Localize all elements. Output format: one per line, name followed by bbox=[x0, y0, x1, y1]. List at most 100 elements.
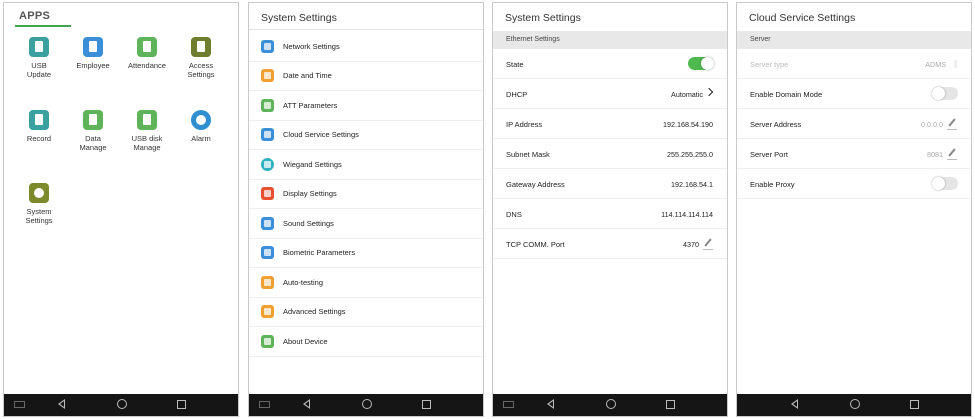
app-label: Record bbox=[26, 134, 52, 143]
row-domain-mode[interactable]: Enable Domain Mode bbox=[737, 79, 971, 109]
app-record[interactable]: Record bbox=[11, 110, 67, 143]
menu-item-biometric[interactable]: Biometric Parameters bbox=[249, 239, 483, 268]
state-toggle[interactable] bbox=[688, 57, 714, 70]
menu-item-sound[interactable]: Sound Settings bbox=[249, 209, 483, 239]
row-gateway[interactable]: Gateway Address 192.168.54.1 bbox=[493, 169, 727, 199]
app-label: Employee bbox=[76, 61, 110, 70]
recent-apps-icon[interactable] bbox=[666, 400, 675, 409]
row-label: State bbox=[506, 60, 524, 69]
row-label: Subnet Mask bbox=[506, 150, 550, 159]
ethernet-settings-panel: System Settings Ethernet Settings State … bbox=[492, 2, 728, 417]
menu-item-label: ATT Parameters bbox=[283, 100, 338, 110]
gateway-value: 192.168.54.1 bbox=[671, 180, 713, 189]
keyboard-icon[interactable] bbox=[14, 401, 25, 408]
row-server-port[interactable]: Server Port 8081 bbox=[737, 139, 971, 169]
menu-item-about[interactable]: About Device bbox=[249, 327, 483, 357]
biometric-icon bbox=[261, 246, 274, 260]
app-label: Access Settings bbox=[187, 61, 215, 79]
server-type-value: ADMS bbox=[925, 60, 946, 69]
app-label: Alarm bbox=[191, 134, 211, 143]
recent-apps-icon[interactable] bbox=[422, 400, 431, 409]
keyboard-icon[interactable] bbox=[503, 401, 514, 408]
row-label: Server Address bbox=[750, 120, 802, 129]
auto-testing-icon bbox=[261, 275, 274, 289]
menu-item-att-parameters[interactable]: ATT Parameters bbox=[249, 91, 483, 121]
app-system-settings[interactable]: System Settings bbox=[11, 183, 67, 225]
row-subnet-mask[interactable]: Subnet Mask 255.255.255.0 bbox=[493, 139, 727, 169]
edit-icon[interactable] bbox=[946, 148, 958, 160]
system-settings-panel: System Settings Network Settings Date an… bbox=[248, 2, 484, 417]
home-icon[interactable] bbox=[362, 399, 372, 409]
row-server-address[interactable]: Server Address 0.0.0.0 bbox=[737, 109, 971, 139]
dhcp-value: Automatic bbox=[671, 90, 703, 99]
menu-item-wiegand[interactable]: Wiegand Settings bbox=[249, 150, 483, 180]
back-icon[interactable] bbox=[547, 399, 554, 409]
server-port-value: 8081 bbox=[927, 150, 943, 159]
menu-item-label: Sound Settings bbox=[283, 218, 334, 228]
row-label: DNS bbox=[506, 210, 522, 219]
proxy-toggle[interactable] bbox=[932, 177, 958, 190]
keyboard-icon[interactable] bbox=[259, 401, 270, 408]
row-label: Gateway Address bbox=[506, 180, 565, 189]
app-label: USB Update bbox=[26, 61, 52, 79]
ip-address-value: 192.168.54.190 bbox=[663, 120, 713, 129]
recent-apps-icon[interactable] bbox=[910, 400, 919, 409]
back-icon[interactable] bbox=[58, 399, 65, 409]
app-attendance[interactable]: Attendance bbox=[119, 37, 175, 70]
calendar-icon bbox=[261, 69, 274, 83]
row-dns[interactable]: DNS 114.114.114.114 bbox=[493, 199, 727, 229]
menu-item-display[interactable]: Display Settings bbox=[249, 180, 483, 209]
apps-panel: APPS USB Update Employee Attendance Acce… bbox=[3, 2, 239, 417]
app-usb-disk-manage[interactable]: USB disk Manage bbox=[119, 110, 175, 152]
app-label: Data Manage bbox=[79, 134, 107, 152]
chevron-right-icon[interactable] bbox=[704, 87, 714, 97]
apps-tab[interactable]: APPS bbox=[19, 10, 50, 22]
row-tcp-port[interactable]: TCP COMM. Port 4370 bbox=[493, 229, 727, 259]
row-enable-proxy[interactable]: Enable Proxy bbox=[737, 169, 971, 199]
advanced-icon bbox=[261, 305, 274, 319]
menu-item-cloud-service[interactable]: Cloud Service Settings bbox=[249, 121, 483, 150]
app-label: USB disk Manage bbox=[131, 134, 163, 152]
home-icon[interactable] bbox=[850, 399, 860, 409]
cloud-icon bbox=[261, 128, 274, 142]
row-label: Server type bbox=[750, 60, 789, 69]
settings-menu: Network Settings Date and Time ATT Param… bbox=[249, 32, 483, 357]
app-employee[interactable]: Employee bbox=[65, 37, 121, 70]
recent-apps-icon[interactable] bbox=[177, 400, 186, 409]
app-data-manage[interactable]: Data Manage bbox=[65, 110, 121, 152]
gear-icon bbox=[29, 183, 49, 203]
app-label: Attendance bbox=[128, 61, 166, 70]
settings-rows: Server type ADMS Enable Domain Mode Serv… bbox=[737, 49, 971, 199]
row-ip-address[interactable]: IP Address 192.168.54.190 bbox=[493, 109, 727, 139]
menu-item-label: Auto-testing bbox=[283, 277, 324, 287]
usb-disk-icon bbox=[137, 110, 157, 130]
home-icon[interactable] bbox=[117, 399, 127, 409]
app-alarm[interactable]: Alarm bbox=[173, 110, 229, 143]
nav-bar bbox=[4, 394, 238, 416]
nav-bar bbox=[493, 394, 727, 416]
menu-item-label: Date and Time bbox=[283, 71, 332, 81]
menu-item-advanced[interactable]: Advanced Settings bbox=[249, 298, 483, 327]
menu-item-network-settings[interactable]: Network Settings bbox=[249, 32, 483, 62]
edit-icon[interactable] bbox=[702, 238, 714, 250]
row-dhcp[interactable]: DHCP Automatic bbox=[493, 79, 727, 109]
row-label: DHCP bbox=[506, 90, 528, 99]
app-access-settings[interactable]: Access Settings bbox=[173, 37, 229, 79]
back-icon[interactable] bbox=[791, 399, 798, 409]
menu-item-date-time[interactable]: Date and Time bbox=[249, 62, 483, 91]
tcp-port-value: 4370 bbox=[683, 240, 699, 249]
server-address-value: 0.0.0.0 bbox=[921, 120, 943, 129]
record-icon bbox=[29, 110, 49, 130]
page-title: System Settings bbox=[261, 12, 337, 24]
menu-item-label: Biometric Parameters bbox=[283, 248, 356, 258]
app-usb-update[interactable]: USB Update bbox=[11, 37, 67, 79]
domain-mode-toggle[interactable] bbox=[932, 87, 958, 100]
attendance-icon bbox=[261, 98, 274, 112]
usb-update-icon bbox=[29, 37, 49, 57]
menu-item-auto-testing[interactable]: Auto-testing bbox=[249, 268, 483, 298]
edit-icon[interactable] bbox=[946, 118, 958, 130]
row-state[interactable]: State bbox=[493, 49, 727, 79]
data-manage-icon bbox=[83, 110, 103, 130]
back-icon[interactable] bbox=[303, 399, 310, 409]
home-icon[interactable] bbox=[606, 399, 616, 409]
